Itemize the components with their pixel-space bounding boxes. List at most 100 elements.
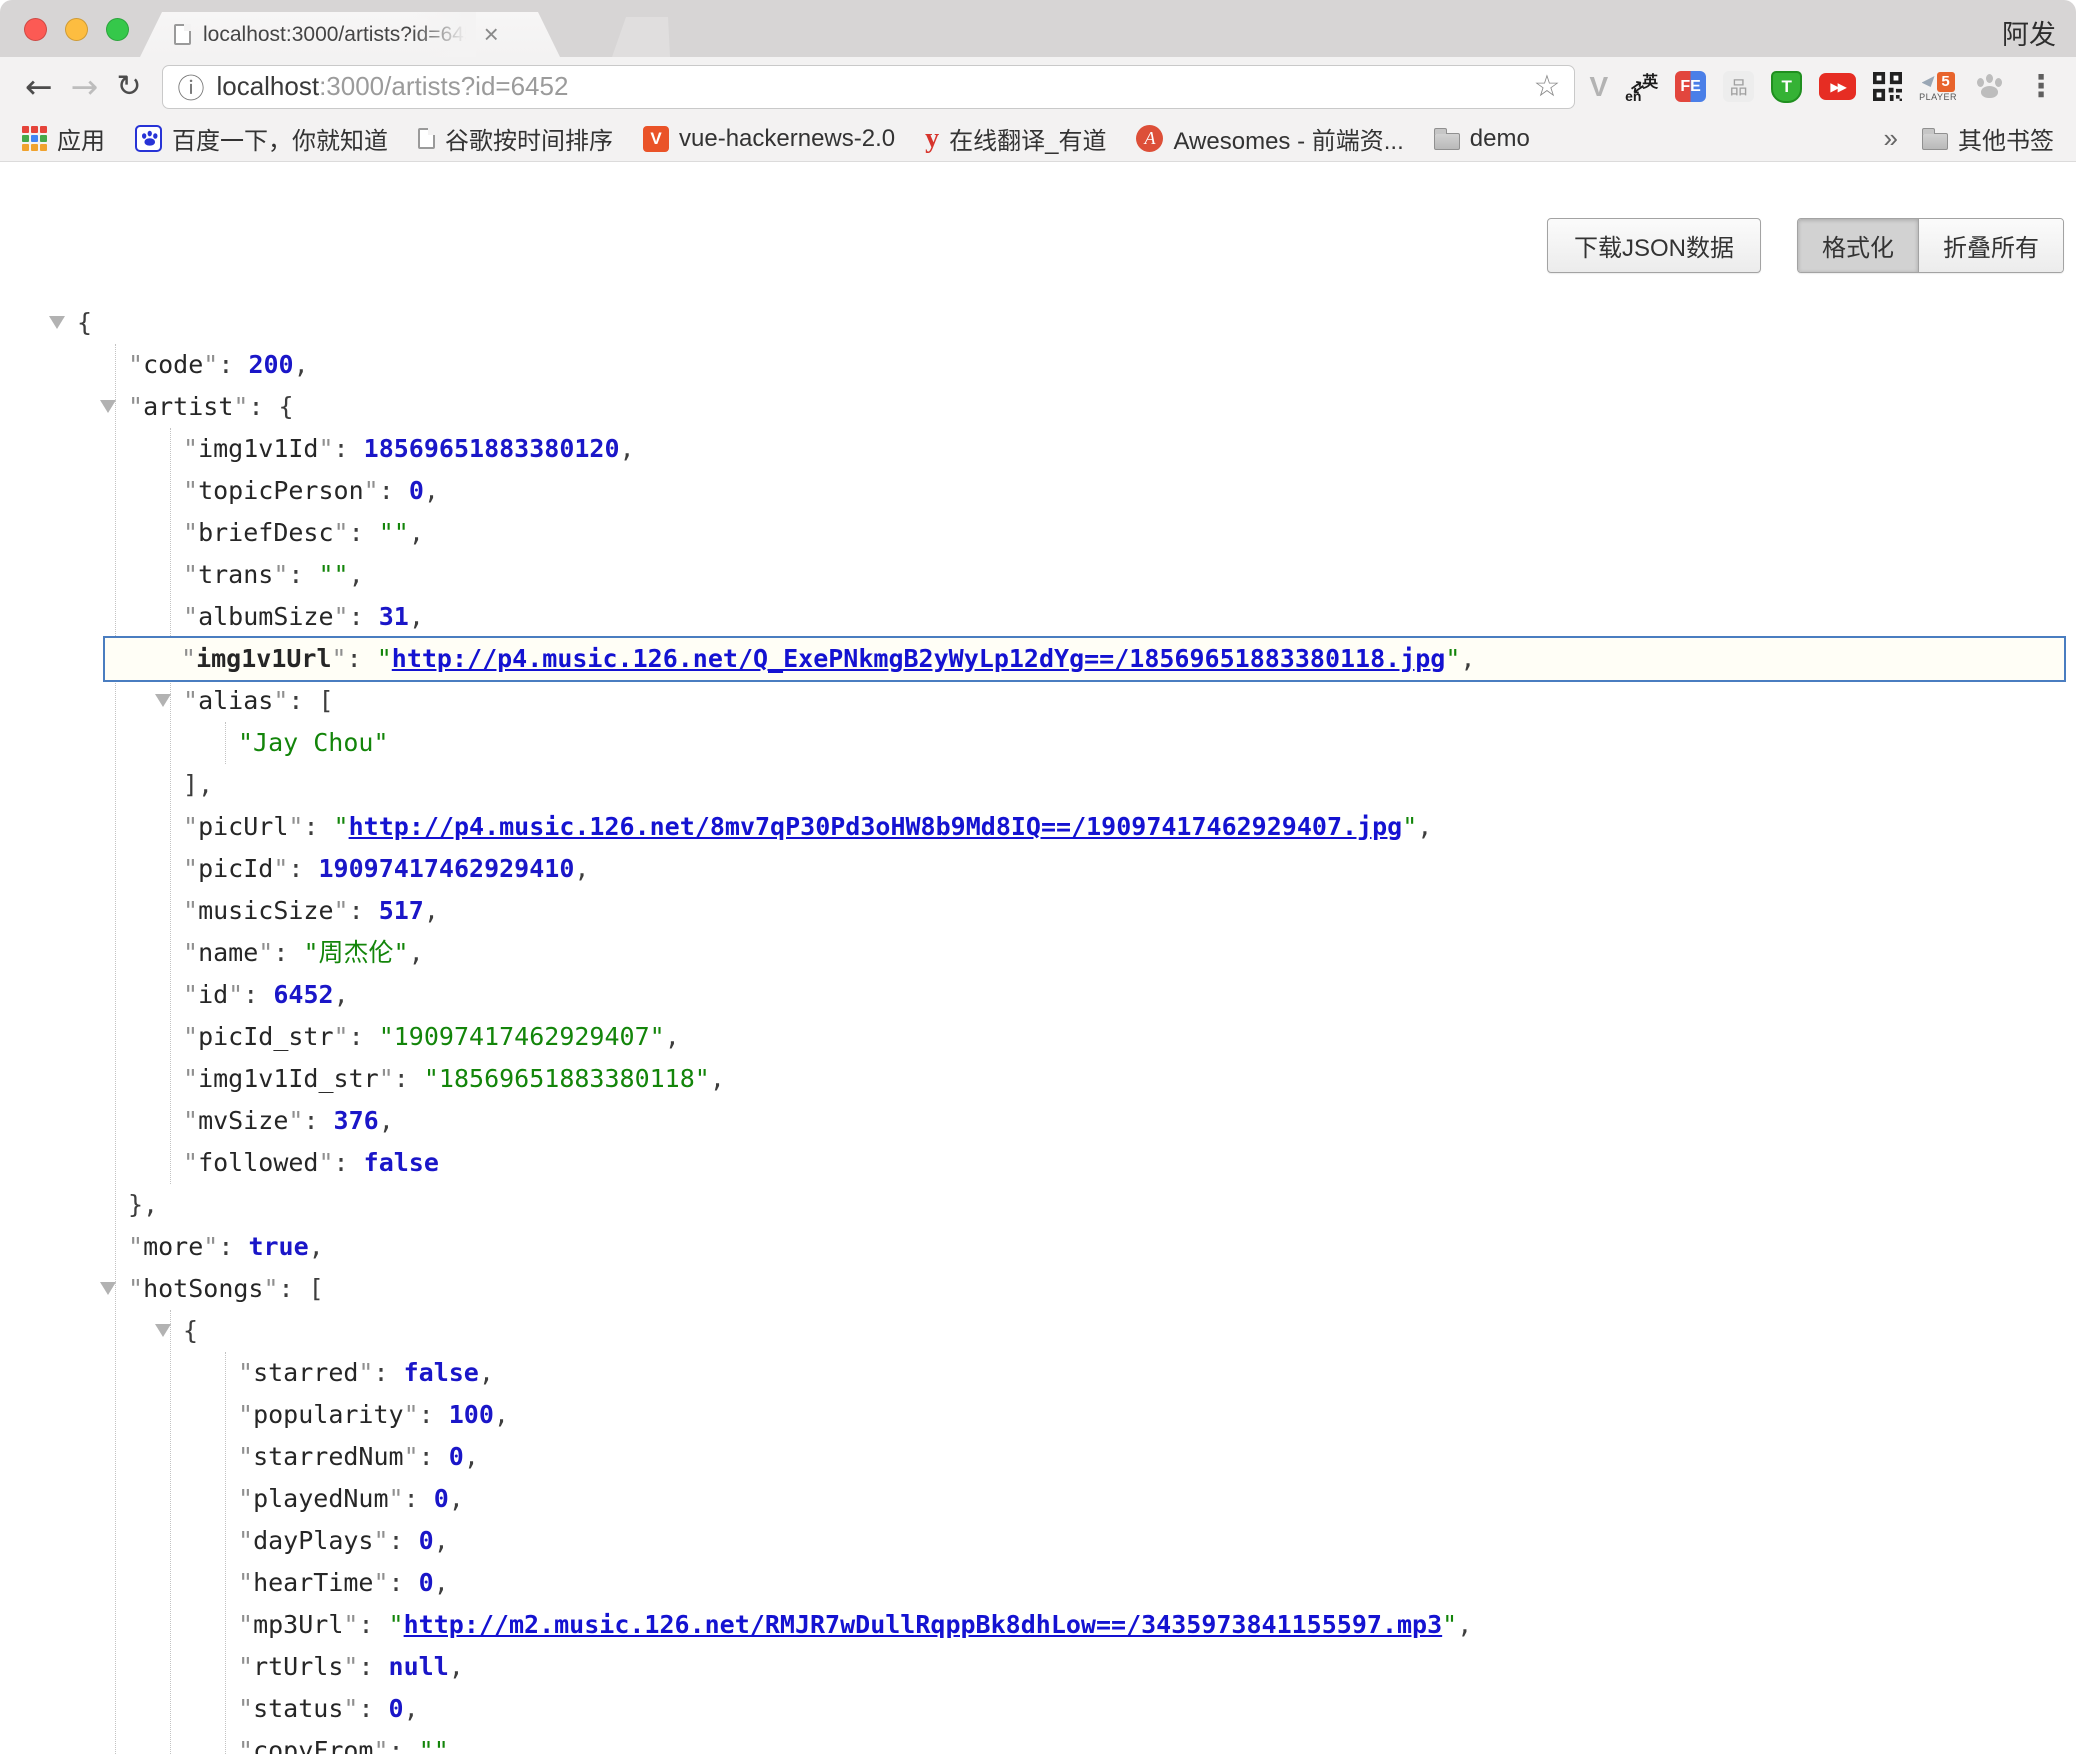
json-row-topicPerson: "topicPerson": 0, [183,470,2064,512]
overflow-chevron-icon[interactable]: » [1884,123,1898,154]
bookmark-label: 在线翻译_有道 [949,121,1106,156]
json-block: "img1v1Id": 18569651883380120,"topicPers… [170,428,2064,1184]
apps-grid-icon [22,126,47,151]
fullscreen-window-button[interactable] [106,18,129,41]
folder-icon [1434,133,1460,150]
browser-menu-icon[interactable]: ⋮ [2022,69,2060,104]
window-controls [24,18,129,41]
json-row-starredNum: "starredNum": 0, [238,1436,2064,1478]
bookmark-apps[interactable]: 应用 [22,121,105,156]
json-link[interactable]: http://p4.music.126.net/Q_ExePNkmgB2yWyL… [392,644,1446,673]
collapse-arrow-icon[interactable] [100,1282,116,1295]
json-block: "Jay Chou" [225,722,2064,764]
json-close-row: ], [183,764,2064,806]
paw-extension-icon[interactable] [1974,71,2005,102]
vue-devtools-icon[interactable]: V [1589,71,1608,103]
new-tab-button[interactable] [612,17,670,57]
extension-icons: V 英en FE 品 T ▶▶ 5 PLAYER ⋮ [1589,69,2060,104]
forward-button-icon[interactable]: → [71,70,99,103]
bookmarks-right: » 其他书签 [1884,121,2054,156]
page-info-icon[interactable]: ⓘ [177,67,204,106]
json-row-hotSongs: "hotSongs": [ [128,1268,2064,1310]
json-block: {"starred": false,"popularity": 100,"sta… [170,1310,2064,1754]
orgchart-icon[interactable]: 品 [1723,71,1754,102]
plane-glyph [1922,76,1935,87]
bookmark-awesomes[interactable]: A Awesomes - 前端资... [1136,121,1403,156]
json-row: "Jay Chou" [238,722,2064,764]
bookmark-baidu[interactable]: 百度一下，你就知道 [135,121,388,156]
qr-code-icon[interactable] [1873,72,1902,101]
bookmark-label: vue-hackernews-2.0 [679,125,895,153]
tab-title: localhost:3000/artists?id=645 [203,12,476,57]
json-block: "starred": false,"popularity": 100,"star… [225,1352,2064,1754]
json-row-picUrl: "picUrl": "http://p4.music.126.net/8mv7q… [183,806,2064,848]
minimize-window-button[interactable] [65,18,88,41]
json-row-copyFrom: "copyFrom": "", [238,1730,2064,1754]
json-row-starred: "starred": false, [238,1352,2064,1394]
translate-icon[interactable]: 英en [1625,70,1658,104]
vue-hackernews-icon: V [643,126,669,152]
json-row-img1v1Id: "img1v1Id": 18569651883380120, [183,428,2064,470]
page-content: 下载JSON数据 格式化 折叠所有 {"code": 200,"artist":… [0,162,2076,1754]
close-window-button[interactable] [24,18,47,41]
baidu-paw-icon [135,125,162,152]
apps-grid-dot [40,126,47,133]
collapse-arrow-icon[interactable] [100,400,116,413]
browser-tab[interactable]: localhost:3000/artists?id=645 × [140,12,560,57]
back-button-icon[interactable]: ← [25,70,53,103]
html5-player-glyph: 5 [1922,72,1955,92]
address-bar[interactable]: ⓘ localhost :3000/artists?id=6452 ☆ [162,65,1575,109]
awesomes-icon: A [1136,125,1163,152]
html5-player-icon[interactable]: 5 PLAYER [1919,72,1957,102]
json-row-briefDesc: "briefDesc": "", [183,512,2064,554]
json-row-img1v1Id_str: "img1v1Id_str": "18569651883380118", [183,1058,2064,1100]
tab-close-icon[interactable]: × [484,12,499,57]
reload-button-icon[interactable]: ↻ [116,72,141,102]
translate-en-glyph: en [1625,88,1641,104]
tampermonkey-icon[interactable]: T [1771,71,1802,103]
fast-forward-icon[interactable]: ▶▶ [1819,73,1856,100]
bookmark-demo-folder[interactable]: demo [1434,125,1530,153]
bookmark-vue-hackernews[interactable]: V vue-hackernews-2.0 [643,125,895,153]
apps-grid-dot [31,126,38,133]
json-link[interactable]: http://p4.music.126.net/8mv7qP30Pd3oHW8b… [349,812,1403,841]
url-path: :3000/artists?id=6452 [319,71,568,102]
apps-grid-dot [22,126,29,133]
bookmark-label: 谷歌按时间排序 [445,121,613,156]
bookmarks-bar: 应用 百度一下，你就知道 谷歌按时间排序 V vue-hackernews-2.… [0,116,2076,162]
bookmark-star-icon[interactable]: ☆ [1534,69,1561,104]
json-row: { [77,302,2064,344]
collapse-arrow-icon[interactable] [49,316,65,329]
bookmark-label: 应用 [57,121,105,156]
collapse-arrow-icon[interactable] [155,1324,171,1337]
apps-grid-dot [40,144,47,151]
json-row-name: "name": "周杰伦", [183,932,2064,974]
folder-icon [1922,133,1948,150]
toolbar: ← → ↻ ⓘ localhost :3000/artists?id=6452 … [0,57,2076,116]
browser-window: localhost:3000/artists?id=645 × 阿发 ← → ↻… [0,0,2076,1754]
apps-grid-dot [40,135,47,142]
json-row-alias: "alias": [ [183,680,2064,722]
json-row-code: "code": 200, [128,344,2064,386]
json-row-img1v1Url: "img1v1Url": "http://p4.music.126.net/Q_… [105,638,2064,680]
bookmark-youdao[interactable]: y 在线翻译_有道 [925,121,1106,156]
bookmark-label: demo [1470,125,1530,153]
apps-grid-dot [22,144,29,151]
json-row-rtUrls: "rtUrls": null, [238,1646,2064,1688]
other-bookmarks-label: 其他书签 [1958,121,2054,156]
bookmark-label: Awesomes - 前端资... [1173,121,1403,156]
url-origin: localhost [216,71,319,102]
json-row-musicSize: "musicSize": 517, [183,890,2064,932]
json-row-playedNum: "playedNum": 0, [238,1478,2064,1520]
other-bookmarks[interactable]: 其他书签 [1922,121,2054,156]
profile-name[interactable]: 阿发 [2002,13,2056,52]
bookmark-google-sort[interactable]: 谷歌按时间排序 [418,121,613,156]
apps-grid-dot [31,144,38,151]
page-doc-icon [418,128,435,149]
json-link[interactable]: http://m2.music.126.net/RMJR7wDullRqppBk… [404,1610,1443,1639]
translate-zh-glyph: 英 [1642,68,1658,92]
fe-extension-icon[interactable]: FE [1675,71,1706,102]
apps-grid-dot [22,135,29,142]
json-block: "code": 200,"artist": {"img1v1Id": 18569… [115,344,2064,1754]
collapse-arrow-icon[interactable] [155,694,171,707]
